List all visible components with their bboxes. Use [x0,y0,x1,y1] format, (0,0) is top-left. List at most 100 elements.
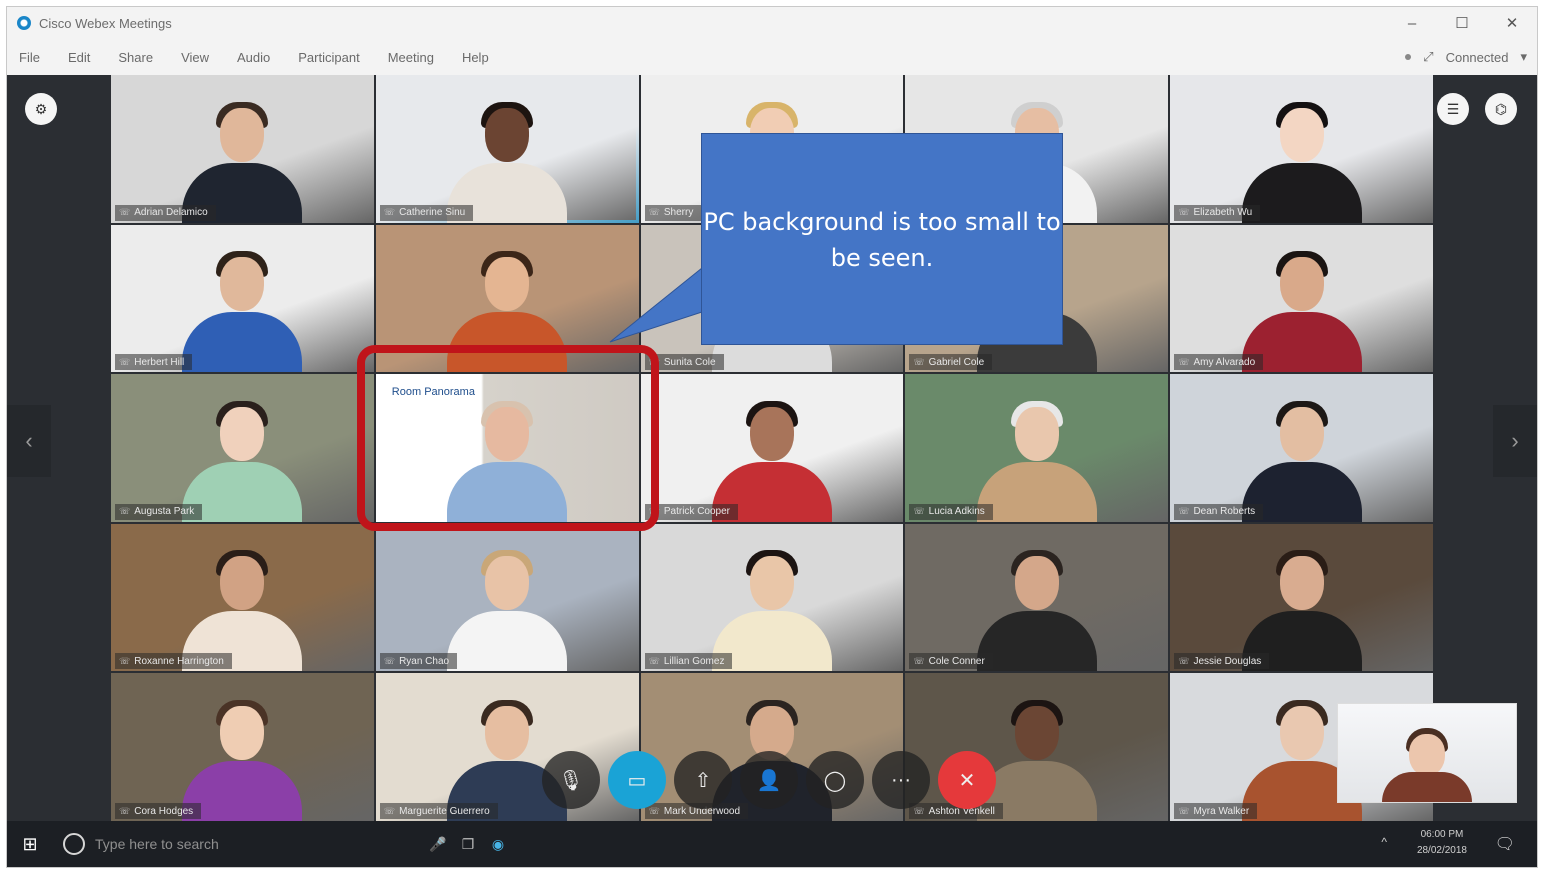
audio-status-icon: ☏ [648,207,660,218]
more-icon: ··· [891,768,911,791]
participant-video [976,397,1097,522]
window-controls: – ☐ ✕ [1387,7,1537,39]
participant-video [976,546,1097,672]
notification-icon[interactable]: 🗨 [1495,834,1515,854]
participant-name-tag: ☏ Sherry [644,204,702,221]
participant-name: Marguerite Guerrero [399,805,490,817]
chat-button[interactable]: ◯ [806,751,864,809]
participant-tile[interactable]: ☏ Lucia Adkins [905,374,1169,522]
end-button[interactable]: ✕ [938,751,996,809]
chevron-down-icon: ▾ [1520,49,1527,64]
participant-tile[interactable]: ☏ Cora Hodges [111,673,374,821]
audio-status-icon: ☏ [119,356,131,367]
participant-name-tag: ☏ Jessie Douglas [1174,653,1270,670]
menu-audio[interactable]: Audio [223,50,284,65]
layout-menu-icon[interactable]: ☰ [1437,93,1469,125]
menu-bar: File Edit Share View Audio Participant M… [7,39,1537,76]
cortana-icon [63,833,85,855]
minimize-view-icon[interactable]: ⌬ [1485,93,1517,125]
self-view[interactable] [1337,703,1517,803]
participant-name: Sunita Cole [663,356,716,368]
tray-chevron-icon[interactable]: ^ [1381,835,1387,849]
settings-icon[interactable]: ⚙ [25,93,57,125]
menu-participant[interactable]: Participant [284,50,373,65]
end-icon: ✕ [958,769,976,792]
participant-name-tag: ☏ Cole Conner [909,653,993,670]
participant-tile[interactable]: ☏ Herbert Hill [111,224,374,373]
audio-status-icon: ☏ [1178,207,1190,218]
participant-name-tag: ☏ Myra Walker [1174,803,1258,819]
highlight-box [357,345,659,531]
mute-icon: 🎙 [558,769,584,792]
participant-tile[interactable]: ☏ Amy Alvarado [1170,224,1433,373]
webex-logo-icon [17,16,31,30]
participant-name: Roxanne Harrington [134,655,224,667]
participant-tile[interactable]: ☏ Lillian Gomez [640,523,904,672]
participant-name-tag: ☏ Lillian Gomez [644,653,733,670]
participant-name: Lucia Adkins [928,506,985,518]
participant-name: Amy Alvarado [1193,356,1256,368]
taskbar-search[interactable]: Type here to search [63,833,423,855]
participant-name-tag: ☏ Cora Hodges [115,803,202,819]
participant-tile[interactable]: ☏ Catherine Sinu [375,75,639,223]
clock-time: 06:00 PM [1420,829,1464,840]
more-button[interactable]: ··· [872,751,930,809]
participant-tile[interactable]: ☏ Roxanne Harrington [111,523,374,672]
participants-icon: 👤 [756,769,782,792]
participant-tile[interactable]: ☏ Augusta Park [111,374,374,522]
participant-name-tag: ☏ Lucia Adkins [909,503,993,520]
audio-status-icon: ☏ [119,207,131,218]
minimize-button[interactable]: – [1387,7,1437,39]
participant-tile[interactable]: ☏ Adrian Delamico [111,75,374,223]
participant-name-tag: ☏ Gabriel Cole [909,354,993,371]
search-placeholder: Type here to search [95,836,219,852]
participants-button[interactable]: 👤 [740,751,798,809]
participant-name: Augusta Park [134,506,195,518]
participant-tile[interactable]: ☏ Patrick Cooper [640,374,904,522]
participant-name: Sherry [663,207,694,219]
participant-tile[interactable]: ☏ Cole Conner [905,523,1169,672]
participant-tile[interactable]: ☏ Jessie Douglas [1170,523,1433,672]
microphone-icon[interactable]: 🎤 [423,836,453,853]
windows-taskbar: ⊞ Type here to search 🎤 ❐ ◉ ^ 06:00 PM 2… [7,821,1537,867]
participant-name: Elizabeth Wu [1193,207,1253,219]
meeting-controls: 🎙 ▭ ⇧ 👤 ◯ ··· ✕ [542,751,996,809]
participant-name: Lillian Gomez [663,655,725,667]
participant-name: Catherine Sinu [399,207,466,219]
menu-meeting[interactable]: Meeting [374,50,448,65]
menu-edit[interactable]: Edit [54,50,104,65]
participant-name-tag: ☏ Marguerite Guerrero [379,803,498,819]
participant-tile[interactable]: ☏ Ryan Chao [375,523,639,672]
participant-name: Ryan Chao [399,655,450,667]
windows-start-icon[interactable]: ⊞ [7,821,53,867]
system-clock[interactable]: 06:00 PM 28/02/2018 [1417,827,1467,859]
video-button[interactable]: ▭ [608,751,666,809]
menu-help[interactable]: Help [448,50,503,65]
audio-status-icon: ☏ [913,655,925,666]
self-view-person [1382,722,1472,802]
mute-button[interactable]: 🎙 [542,751,600,809]
audio-status-icon: ☏ [119,655,131,666]
participant-tile[interactable]: ☏ Dean Roberts [1170,374,1433,522]
webex-taskbar-icon[interactable]: ◉ [483,836,513,853]
menu-share[interactable]: Share [104,50,167,65]
participant-name: Cora Hodges [134,805,194,817]
previous-page-button[interactable]: ‹ [7,405,51,477]
audio-status-icon: ☏ [648,655,660,666]
close-button[interactable]: ✕ [1487,7,1537,39]
menu-view[interactable]: View [167,50,223,65]
menu-file[interactable]: File [7,50,54,65]
task-view-icon[interactable]: ❐ [453,836,483,853]
participant-video [182,247,303,373]
maximize-button[interactable]: ☐ [1437,7,1487,39]
title-bar: Cisco Webex Meetings – ☐ ✕ [7,7,1537,39]
share-button[interactable]: ⇧ [674,751,732,809]
expand-icon: ⤢ [1423,49,1434,64]
connection-status[interactable]: ⤢ Connected ▾ [1405,49,1527,65]
participant-name-tag: ☏ Amy Alvarado [1174,354,1264,371]
participant-name: Adrian Delamico [134,207,208,219]
participant-video [447,546,568,672]
next-page-button[interactable]: › [1493,405,1537,477]
participant-name: Myra Walker [1193,805,1250,817]
participant-tile[interactable]: ☏ Elizabeth Wu [1170,75,1433,223]
